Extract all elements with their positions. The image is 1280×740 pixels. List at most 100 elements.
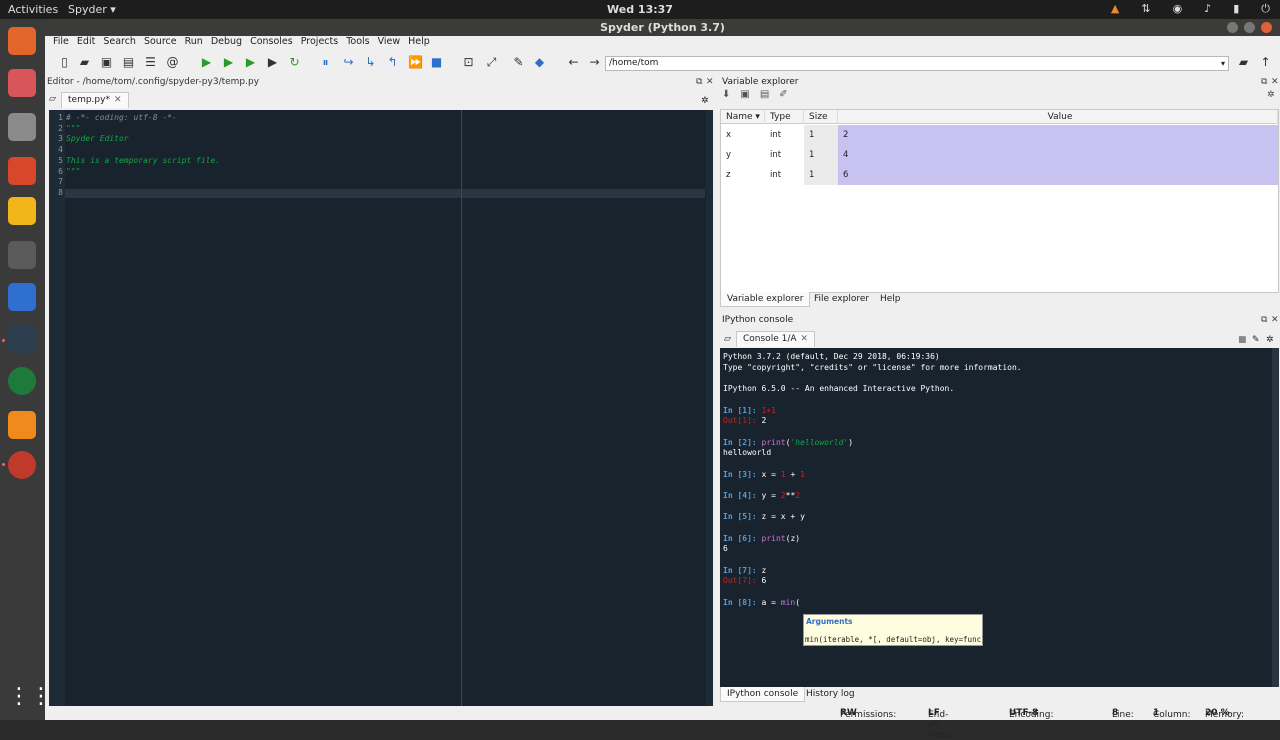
variable-cell-value[interactable]: 2 (838, 125, 1278, 145)
menu-tools[interactable]: Tools (346, 36, 369, 50)
close-pane-icon[interactable]: ✕ (706, 77, 714, 87)
wifi-icon[interactable]: ◉ (1173, 2, 1183, 16)
variable-cell-type[interactable]: int (765, 125, 804, 145)
menu-file[interactable]: File (53, 36, 69, 50)
list-icon[interactable]: ☰ (144, 56, 157, 69)
browse-tabs-icon[interactable]: ▱ (49, 94, 56, 104)
step-into-icon[interactable]: ↳ (364, 56, 377, 69)
save-icon[interactable]: ▣ (100, 56, 113, 69)
import-data-icon[interactable]: ⬇ (722, 89, 730, 103)
chrome-icon[interactable] (8, 367, 36, 395)
editor-scrollbar[interactable] (706, 110, 713, 706)
erase-icon[interactable]: ✐ (779, 89, 787, 103)
run-cell-icon[interactable]: ▶ (222, 56, 235, 69)
undock-icon[interactable]: ⧉ (1261, 315, 1267, 325)
variable-cell-type[interactable]: int (765, 165, 804, 185)
vlc-icon[interactable] (8, 411, 36, 439)
window-titlebar[interactable]: Spyder (Python 3.7) (45, 19, 1280, 36)
vlc-tray-icon[interactable]: ▲ (1111, 2, 1119, 16)
clock[interactable]: Wed 13:37 (0, 3, 1280, 16)
writer-icon[interactable] (8, 283, 36, 311)
minimize-icon[interactable] (1227, 22, 1238, 33)
browse-tabs-icon[interactable]: ▱ (724, 334, 731, 344)
close-tab-icon[interactable]: ✕ (801, 334, 809, 344)
undock-icon[interactable]: ⧉ (696, 77, 702, 87)
tab-file-explorer[interactable]: File explorer (808, 292, 875, 307)
variable-cell-size[interactable]: 1 (804, 145, 838, 165)
maximize-pane-icon[interactable]: ⊡ (462, 56, 475, 69)
variable-cell-size[interactable]: 1 (804, 165, 838, 185)
close-tab-icon[interactable]: ✕ (114, 95, 122, 105)
battery-icon[interactable]: ▮ (1233, 2, 1239, 16)
parent-dir-icon[interactable]: ↑ (1259, 56, 1272, 69)
variable-cell-value[interactable]: 6 (838, 165, 1278, 185)
stop-icon[interactable]: ■ (430, 56, 443, 69)
gear-icon[interactable]: ✲ (1266, 335, 1274, 345)
tab-temp-py[interactable]: temp.py* ✕ (61, 92, 129, 108)
undock-icon[interactable]: ⧉ (1261, 77, 1267, 87)
files-icon[interactable] (8, 113, 36, 141)
menu-search[interactable]: Search (103, 36, 136, 50)
at-icon[interactable]: @ (166, 56, 179, 69)
col-name-header[interactable]: Name ▾ (721, 110, 765, 124)
browse-folder-icon[interactable]: ▰ (1237, 56, 1250, 69)
edit-icon[interactable]: ✎ (1252, 335, 1260, 345)
code-editor[interactable]: 1 # -*- coding: utf-8 -*- 2 """ 3 Spyder Edit… (49, 110, 713, 706)
forward-arrow-icon[interactable]: → (588, 56, 601, 69)
variable-cell-size[interactable]: 1 (804, 125, 838, 145)
working-directory-input[interactable]: /home/tom ▾ (605, 56, 1229, 71)
continue-icon[interactable]: ⏩ (408, 56, 423, 69)
close-pane-icon[interactable]: ✕ (1271, 315, 1279, 325)
tab-console-1a[interactable]: Console 1/A ✕ (736, 331, 816, 347)
tab-ipython-console[interactable]: IPython console (720, 687, 806, 702)
tab-history-log[interactable]: History log (800, 687, 861, 702)
console-scrollbar[interactable] (1272, 348, 1279, 687)
menu-edit[interactable]: Edit (77, 36, 95, 50)
variable-cell-name[interactable]: x (721, 125, 765, 145)
gear-icon[interactable]: ✲ (701, 96, 709, 106)
save-data-as-icon[interactable]: ▤ (760, 89, 769, 103)
power-icon[interactable]: ⏻ (1261, 2, 1270, 16)
rhythmbox-icon[interactable] (8, 197, 36, 225)
variable-cell-name[interactable]: z (721, 165, 765, 185)
tab-help[interactable]: Help (874, 292, 907, 307)
run-cell-advance-icon[interactable]: ▶ (244, 56, 257, 69)
rss-icon[interactable] (8, 241, 36, 269)
close-window-icon[interactable] (1261, 22, 1272, 33)
spyder-icon[interactable] (8, 451, 36, 479)
terminal-icon[interactable] (8, 325, 36, 353)
new-file-icon[interactable]: ▯ (58, 56, 71, 69)
python-path-icon[interactable]: ◆ (533, 56, 546, 69)
thunderbird-icon[interactable] (8, 69, 36, 97)
current-input-line[interactable]: In [8]: a = min( (723, 598, 800, 607)
variable-cell-type[interactable]: int (765, 145, 804, 165)
menu-run[interactable]: Run (185, 36, 203, 50)
menu-help[interactable]: Help (408, 36, 430, 50)
show-apps-icon[interactable]: ⋮⋮ (8, 683, 52, 711)
menu-projects[interactable]: Projects (301, 36, 338, 50)
stop-kernel-icon[interactable]: ■ (1238, 335, 1247, 345)
run-selection-icon[interactable]: ▶ (266, 56, 279, 69)
firefox-icon[interactable] (8, 27, 36, 55)
col-size-header[interactable]: Size (804, 110, 838, 124)
maximize-icon[interactable] (1244, 22, 1255, 33)
menu-source[interactable]: Source (144, 36, 177, 50)
close-pane-icon[interactable]: ✕ (1271, 77, 1279, 87)
menu-debug[interactable]: Debug (211, 36, 242, 50)
save-data-icon[interactable]: ▣ (740, 89, 749, 103)
preferences-icon[interactable]: ✎ (512, 56, 525, 69)
menu-view[interactable]: View (378, 36, 401, 50)
open-file-icon[interactable]: ▰ (78, 56, 91, 69)
variable-cell-value[interactable]: 4 (838, 145, 1278, 165)
step-return-icon[interactable]: ↰ (386, 56, 399, 69)
run-icon[interactable]: ▶ (200, 56, 213, 69)
step-icon[interactable]: ↪ (342, 56, 355, 69)
rerun-icon[interactable]: ↻ (288, 56, 301, 69)
tab-variable-explorer[interactable]: Variable explorer (720, 292, 811, 307)
back-arrow-icon[interactable]: ← (567, 56, 580, 69)
network-icon[interactable]: ⇅ (1141, 2, 1150, 16)
col-value-header[interactable]: Value (838, 110, 1278, 124)
chevron-down-icon[interactable]: ▾ (1221, 57, 1225, 70)
software-center-icon[interactable] (8, 157, 36, 185)
gear-icon[interactable]: ✲ (1267, 90, 1275, 100)
